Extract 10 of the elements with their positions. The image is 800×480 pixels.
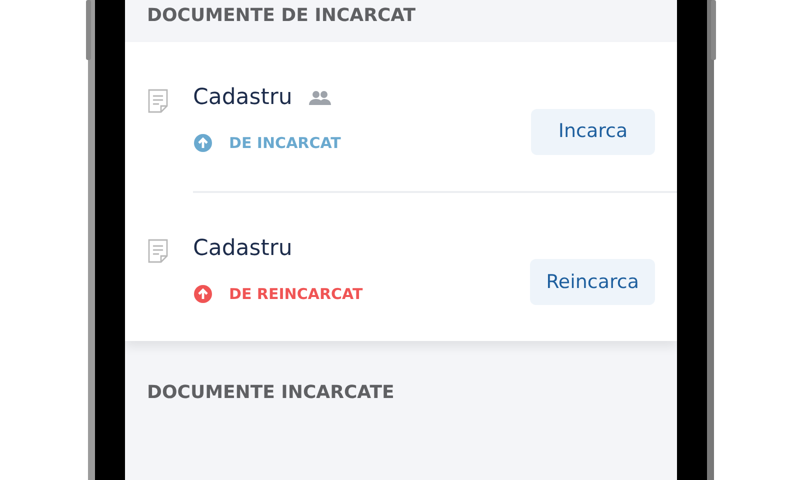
document-icon — [147, 239, 169, 264]
section-heading: DOCUMENTE DE INCARCAT — [147, 5, 416, 26]
document-title: Cadastru — [193, 234, 292, 262]
section-heading: DOCUMENTE INCARCATE — [147, 382, 394, 403]
document-icon — [147, 88, 169, 113]
status-label: DE REINCARCAT — [229, 284, 363, 304]
status-label: DE INCARCAT — [229, 133, 341, 154]
upload-button[interactable]: Incarca — [531, 108, 655, 154]
document-title: Cadastru — [193, 84, 292, 112]
upload-button[interactable]: Reincarca — [530, 259, 655, 305]
